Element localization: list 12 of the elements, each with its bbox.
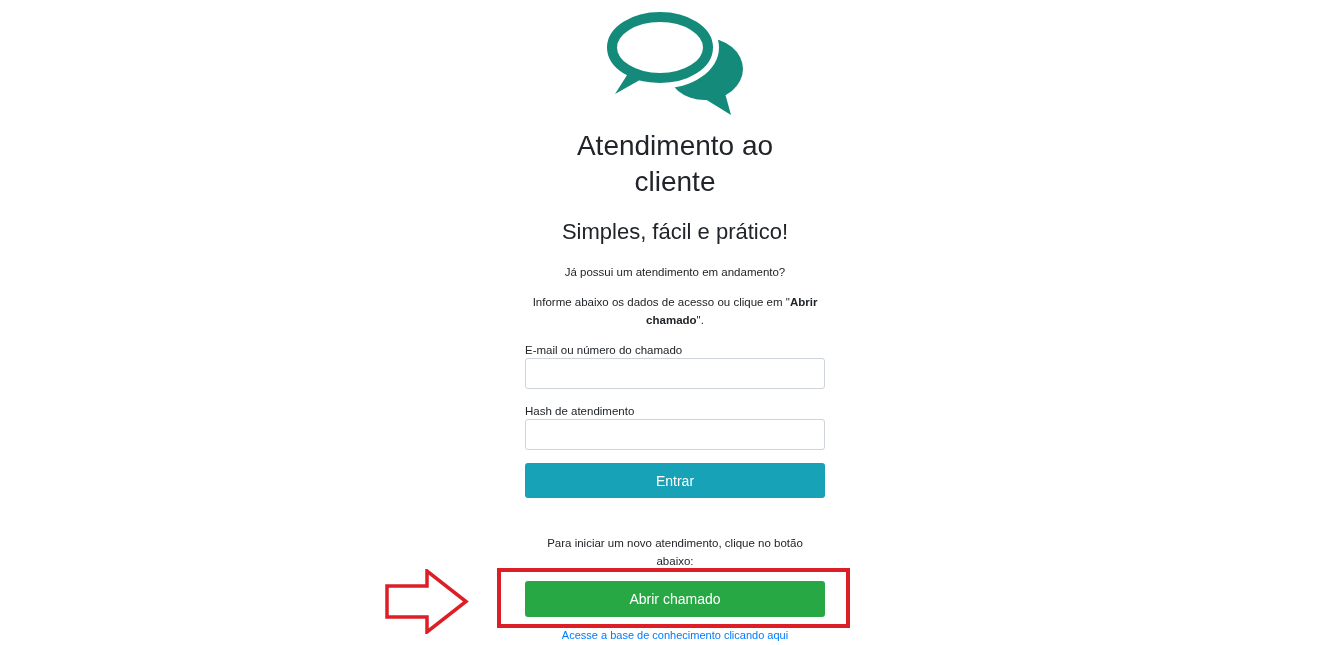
question-text: Já possui um atendimento em andamento?: [563, 265, 787, 280]
page-title: Atendimento ao cliente: [575, 129, 775, 199]
prompt-text: Para iniciar um novo atendimento, clique no botão abaixo:: [546, 536, 804, 569]
open-ticket-button[interactable]: Abrir chamado: [525, 581, 825, 617]
field-label: E-mail ou número do chamado: [525, 343, 684, 358]
knowledge-base-link[interactable]: Acesse a base de conhecimento clicando aqui: [561, 629, 789, 641]
page-subtitle: Simples, fácil e prático!: [560, 218, 790, 246]
input-field[interactable]: [525, 358, 825, 389]
field-label: Hash de atendimento: [525, 404, 636, 419]
input-field[interactable]: [525, 419, 825, 450]
instructions-text: Informe abaixo os dados de acesso ou clique em "Abrir chamado".: [531, 295, 819, 328]
login-button[interactable]: Entrar: [525, 463, 825, 498]
